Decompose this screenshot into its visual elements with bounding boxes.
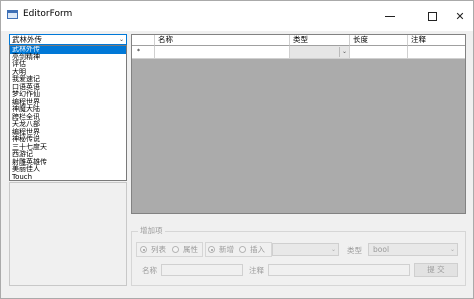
submit-button[interactable]: 提 交 [414,263,458,277]
fields-datagrid[interactable]: 名称 类型 长度 注释 * ⌄ [131,34,466,214]
list-radio[interactable] [140,246,147,253]
list-item[interactable]: 评估 [10,60,126,69]
close-icon: ✕ [455,9,465,23]
chevron-down-icon[interactable]: ⌄ [450,244,455,255]
maximize-icon [427,11,437,21]
window-icon [7,10,18,19]
column-header-type[interactable]: 类型 [290,35,350,46]
column-header-name[interactable]: 名称 [155,35,290,46]
column-header-comment[interactable]: 注释 [408,35,465,46]
type-label: 类型 [347,246,362,255]
minimize-icon [385,15,395,17]
close-button[interactable]: ✕ [444,1,474,31]
cell-length[interactable] [350,46,408,59]
add-item-group-title: 增加项 [138,225,165,236]
chevron-down-icon[interactable]: ⌄ [331,244,336,255]
comment-label: 注释 [249,266,264,275]
editor-form-window: EditorForm ✕ 武林外传 ⌄ 武林外传 亮剑精神 评估 大明 我爱速记 口语英语… [0,0,474,299]
type-combobox-value: bool [373,245,390,254]
window-title: EditorForm [23,9,73,19]
category-combobox-value: 武林外传 [12,35,42,44]
add-radio-label: 新增 [219,245,234,254]
cell-type-dropdown[interactable]: ⌄ [290,46,350,59]
left-lower-panel [9,182,127,286]
new-row-marker[interactable]: * [132,46,155,59]
category-listbox[interactable]: 武林外传 亮剑精神 评估 大明 我爱速记 口语英语 梦幻作仙 编程世界 神魔大陆 跨栏全讯 天龙八部… [9,45,127,181]
property-radio[interactable] [172,246,179,253]
minimize-button[interactable] [374,1,406,31]
add-item-groupbox [131,231,466,286]
title-bar[interactable]: EditorForm ✕ [1,1,473,31]
name-label: 名称 [142,266,157,275]
name-input[interactable] [161,264,243,276]
chevron-down-icon[interactable]: ⌄ [119,35,124,45]
chevron-down-icon[interactable]: ⌄ [339,47,349,57]
category-combobox[interactable]: 武林外传 ⌄ [9,34,127,45]
cell-name[interactable] [155,46,290,59]
column-header-length[interactable]: 长度 [350,35,408,46]
row-header-corner [132,35,155,46]
comment-input[interactable] [268,264,410,276]
list-item[interactable]: 亮剑精神 [10,53,126,62]
insert-radio-label: 插入 [250,245,265,254]
list-radio-label: 列表 [151,245,166,254]
position-combobox[interactable]: ⌄ [272,243,339,256]
grid-background: 名称 类型 长度 注释 * ⌄ [132,35,465,213]
add-radio[interactable] [208,246,215,253]
insert-radio[interactable] [239,246,246,253]
type-combobox[interactable]: bool ⌄ [368,243,458,256]
property-radio-label: 属性 [183,245,198,254]
cell-comment[interactable] [408,46,465,59]
